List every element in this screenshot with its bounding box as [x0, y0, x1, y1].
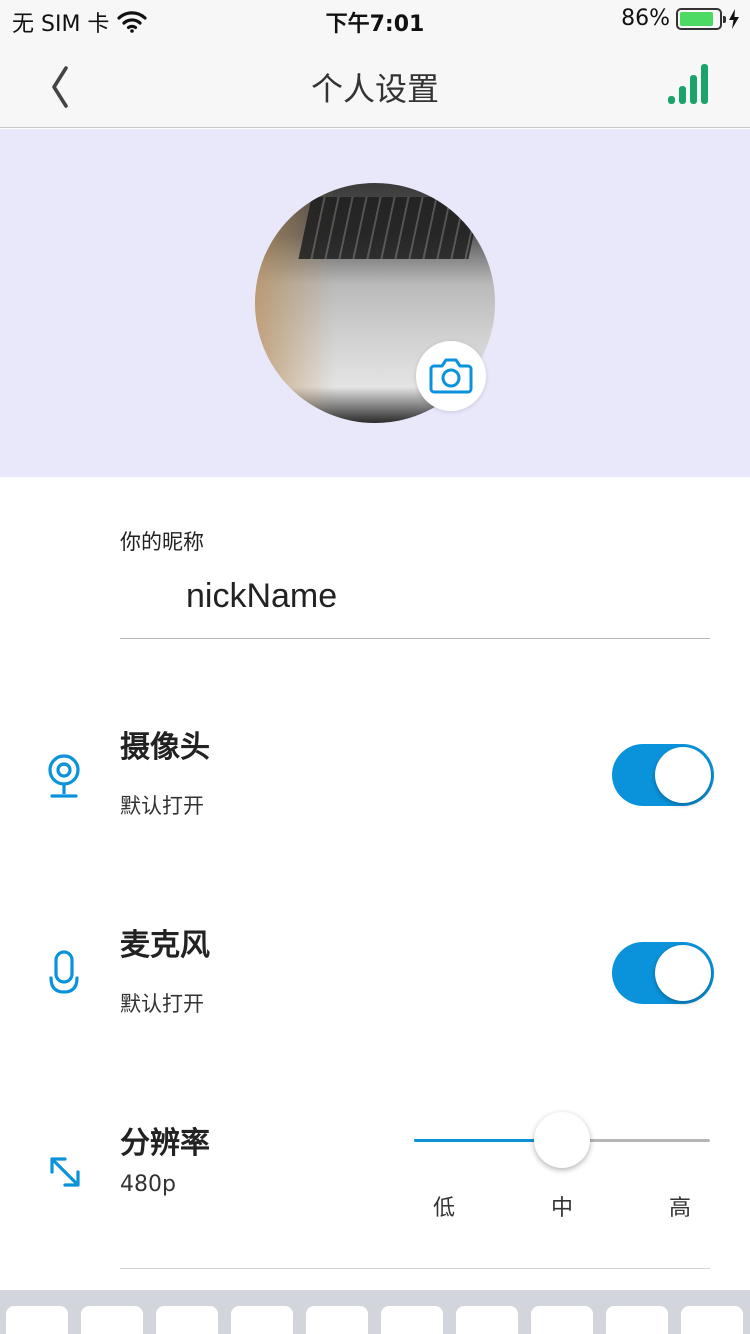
nickname-input[interactable]: [186, 570, 686, 622]
camera-toggle-knob: [655, 747, 711, 803]
keyboard-key[interactable]: [606, 1306, 668, 1334]
status-right: 86%: [621, 6, 740, 31]
keyboard-key[interactable]: [156, 1306, 218, 1334]
camera-icon: [429, 358, 473, 394]
keyboard-key[interactable]: [6, 1306, 68, 1334]
camera-toggle[interactable]: [612, 744, 714, 806]
status-bar: 无 SIM 卡 下午7:01 86%: [0, 0, 750, 40]
microphone-toggle-knob: [655, 945, 711, 1001]
keyboard-key[interactable]: [681, 1306, 743, 1334]
avatar-photo-keyboard: [298, 197, 482, 259]
microphone-icon: [49, 950, 79, 994]
bolt-icon: [729, 8, 739, 29]
battery-percent: 86%: [621, 6, 670, 31]
resolution-setting-value: 480p: [120, 1172, 176, 1197]
keyboard-key[interactable]: [81, 1306, 143, 1334]
slider-thumb[interactable]: [534, 1112, 590, 1168]
keyboard-key[interactable]: [231, 1306, 293, 1334]
resolution-level-label: 高: [668, 1196, 691, 1221]
resolution-level-label: 中: [550, 1196, 573, 1221]
resolution-setting-title: 分辨率: [120, 1126, 210, 1161]
change-avatar-button[interactable]: [416, 341, 486, 411]
battery-cap: [723, 15, 726, 23]
battery-fill: [680, 11, 713, 26]
navigation-bar: 个人设置: [0, 40, 750, 128]
keyboard: [0, 1290, 750, 1334]
webcam-icon: [48, 754, 80, 798]
keyboard-key[interactable]: [306, 1306, 368, 1334]
resolution-slider[interactable]: [414, 1112, 710, 1168]
camera-setting-title: 摄像头: [120, 730, 210, 765]
nickname-label: 你的昵称: [120, 530, 204, 554]
microphone-setting-subtitle: 默认打开: [120, 992, 204, 1016]
microphone-toggle[interactable]: [612, 942, 714, 1004]
section-divider: [120, 1268, 710, 1269]
signal-bars-icon: [668, 64, 708, 104]
network-quality-button[interactable]: [666, 64, 710, 106]
keyboard-key[interactable]: [531, 1306, 593, 1334]
resolution-level-label: 低: [432, 1196, 455, 1221]
avatar-section: [0, 129, 750, 477]
battery-icon: [676, 7, 726, 30]
keyboard-key[interactable]: [381, 1306, 443, 1334]
microphone-setting-title: 麦克风: [120, 928, 210, 963]
page-title: 个人设置: [310, 70, 439, 108]
expand-arrows-icon: [50, 1157, 80, 1187]
keyboard-key[interactable]: [456, 1306, 518, 1334]
nickname-underline: [120, 638, 710, 639]
camera-setting-subtitle: 默认打开: [120, 794, 204, 818]
